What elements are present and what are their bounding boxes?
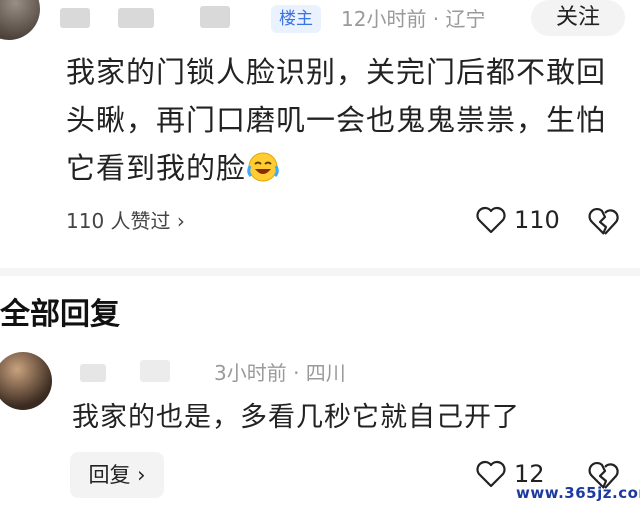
author-name-blurred-2	[118, 8, 154, 28]
reply-text: 我家的也是，多看几秒它就自己开了	[72, 402, 520, 433]
reply-author-name-blurred-2	[140, 360, 170, 382]
author-name-blurred[interactable]	[60, 8, 90, 28]
follow-button[interactable]: 关注	[531, 0, 625, 36]
like-heart-icon[interactable]	[475, 205, 507, 235]
post-meta: 12小时前 · 辽宁	[341, 7, 486, 31]
reply-author-avatar[interactable]	[0, 352, 52, 410]
like-count: 110	[514, 206, 560, 234]
post-text: 我家的门锁人脸识别，关完门后都不敢回头瞅，再门口磨叽一会也鬼鬼祟祟，生怕它看到我…	[66, 55, 607, 185]
author-name-blurred-3	[200, 6, 230, 28]
replies-section-title: 全部回复	[0, 297, 120, 332]
op-badge: 楼主	[271, 5, 321, 33]
section-divider	[0, 268, 640, 276]
laughing-crying-emoji-icon	[247, 152, 279, 182]
reply-button[interactable]: 回复 ›	[70, 452, 164, 498]
reply-meta: 3小时前 · 四川	[214, 361, 346, 385]
post-content: 我家的门锁人脸识别，关完门后都不敢回头瞅，再门口磨叽一会也鬼鬼祟祟，生怕它看到我…	[66, 48, 632, 192]
reply-like-heart-icon[interactable]	[475, 459, 507, 489]
likes-summary-link[interactable]: 110 人赞过 ›	[66, 206, 185, 236]
watermark: www.365jz.com	[516, 484, 640, 502]
dislike-broken-heart-icon[interactable]	[587, 205, 621, 237]
reply-author-name-blurred[interactable]	[80, 364, 106, 382]
author-avatar[interactable]	[0, 0, 40, 40]
